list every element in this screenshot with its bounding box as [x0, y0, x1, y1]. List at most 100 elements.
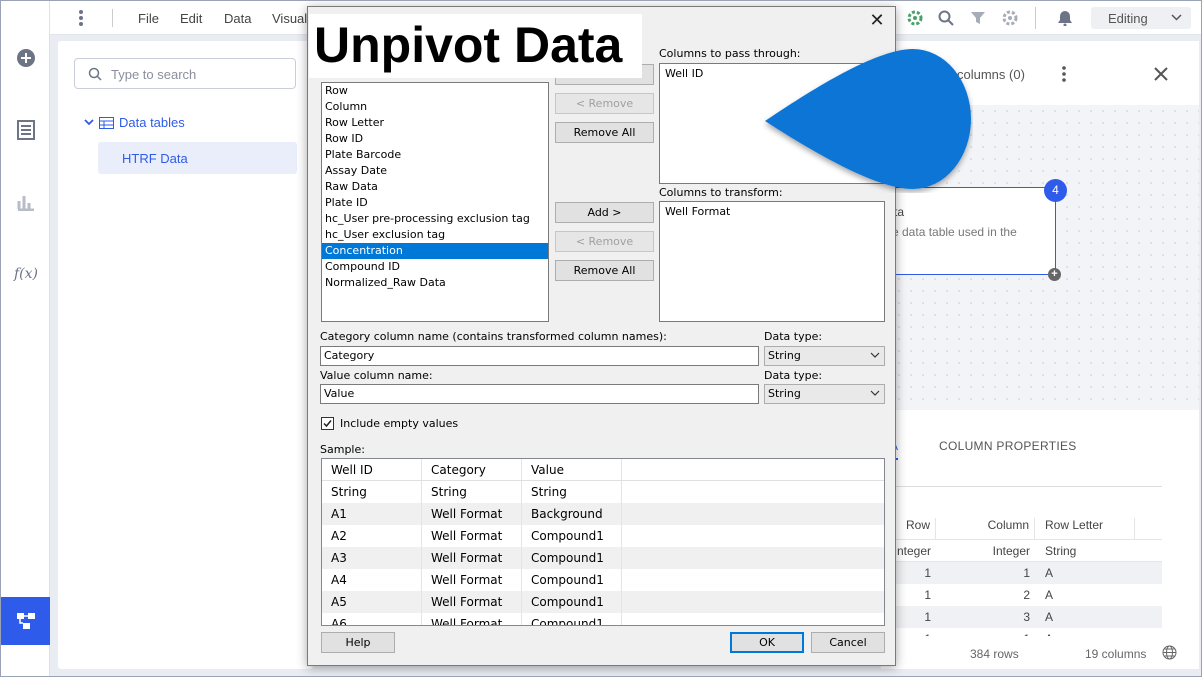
sample-cell: A6	[322, 613, 422, 625]
gear-icon[interactable]	[1002, 10, 1018, 31]
list-item[interactable]: Row	[322, 83, 548, 99]
filter-icon[interactable]	[970, 10, 986, 31]
add-transform-button[interactable]: Add >	[555, 202, 654, 223]
grid-cell: A	[1035, 628, 1135, 636]
chevron-down-icon	[870, 352, 880, 358]
visualization-icon[interactable]	[13, 189, 39, 215]
function-icon[interactable]: f(x)	[13, 261, 39, 287]
value-column-input[interactable]: Value	[320, 384, 759, 404]
table-row: A6 Well Format Compound1	[322, 613, 884, 625]
sample-cell: Compound1	[522, 525, 622, 547]
list-item[interactable]: hc_User exclusion tag	[322, 227, 548, 243]
list-item[interactable]: hc_User pre-processing exclusion tag	[322, 211, 548, 227]
checkmark-icon	[323, 420, 332, 428]
left-icon-bar: f(x)	[1, 1, 50, 676]
grid-header[interactable]: Column	[936, 518, 1035, 539]
add-node-icon[interactable]: +	[1048, 268, 1061, 281]
list-item[interactable]: Row Letter	[322, 115, 548, 131]
table-row[interactable]: 1 1 A	[881, 562, 1162, 584]
remove-pass-through-button[interactable]: < Remove	[555, 93, 654, 114]
search-input[interactable]: Type to search	[74, 58, 296, 89]
category-type-select[interactable]: String	[764, 346, 885, 366]
list-item[interactable]: Plate Barcode	[322, 147, 548, 163]
sample-header: Category	[422, 459, 522, 480]
category-column-label: Category column name (contains transform…	[320, 330, 667, 343]
grid-header-row: Row Column Row Letter	[881, 518, 1162, 540]
table-row[interactable]: 1 3 A	[881, 606, 1162, 628]
list-item[interactable]: Plate ID	[322, 195, 548, 211]
ok-button[interactable]: OK	[730, 632, 804, 653]
list-item[interactable]: Compound ID	[322, 259, 548, 275]
value-type-select[interactable]: String	[764, 384, 885, 404]
sample-cell: Well Format	[422, 591, 522, 613]
mode-dropdown[interactable]: Editing	[1091, 7, 1191, 29]
globe-icon[interactable]	[1162, 645, 1177, 665]
grid-header[interactable]: Row Letter	[1035, 518, 1135, 539]
grid-type: String	[1045, 544, 1077, 558]
value-type-label: Data type:	[764, 369, 823, 382]
list-item[interactable]: Raw Data	[322, 179, 548, 195]
more-vertical-icon[interactable]	[79, 9, 83, 27]
list-item-selected[interactable]: Concentration	[322, 243, 548, 259]
list-item[interactable]: Well Format	[662, 204, 882, 220]
sample-cell: A5	[322, 591, 422, 613]
remove-all-pass-through-button[interactable]: Remove All	[555, 122, 654, 143]
remove-transform-button[interactable]: < Remove	[555, 231, 654, 252]
sample-label: Sample:	[320, 443, 365, 456]
table-row: A1 Well Format Background	[322, 503, 884, 525]
sample-cell: A2	[322, 525, 422, 547]
list-item[interactable]: Column	[322, 99, 548, 115]
table-row: A4 Well Format Compound1	[322, 569, 884, 591]
tree-data-tables[interactable]: Data tables	[84, 115, 185, 130]
add-icon[interactable]	[13, 45, 39, 71]
sample-cell: Compound1	[522, 591, 622, 613]
category-column-input[interactable]: Category	[320, 346, 759, 366]
table-row[interactable]: 1 2 A	[881, 584, 1162, 606]
notification-bell-icon[interactable]	[1057, 10, 1073, 31]
menu-file[interactable]: File	[138, 11, 159, 26]
help-button[interactable]: Help	[321, 632, 395, 653]
menu-visualizations[interactable]: Visuali	[272, 11, 310, 26]
search-icon[interactable]	[938, 10, 954, 31]
sample-cell: Background	[522, 503, 622, 525]
close-icon[interactable]	[1154, 67, 1168, 86]
sample-cell: Well Format	[422, 613, 522, 625]
available-columns-list[interactable]: Row Column Row Letter Row ID Plate Barco…	[321, 82, 549, 322]
grid-cell: 1	[936, 628, 1035, 636]
category-type-label: Data type:	[764, 330, 823, 343]
sample-header-row: Well ID Category Value	[322, 459, 884, 481]
tree-item-label: HTRF Data	[122, 151, 188, 166]
table-row: A5 Well Format Compound1	[322, 591, 884, 613]
remove-all-transform-button[interactable]: Remove All	[555, 260, 654, 281]
list-item[interactable]: Assay Date	[322, 163, 548, 179]
sample-header: Well ID	[322, 459, 422, 480]
sample-type: String	[522, 481, 622, 503]
flow-node[interactable]: ta e data table used in the	[881, 187, 1056, 275]
sample-cell: A4	[322, 569, 422, 591]
transform-list[interactable]: Well Format	[659, 201, 885, 322]
sample-table[interactable]: Well ID Category Value String String Str…	[321, 458, 885, 626]
close-icon[interactable]: ✕	[867, 11, 887, 31]
cancel-button[interactable]: Cancel	[811, 632, 885, 653]
include-empty-checkbox[interactable]	[321, 417, 334, 430]
divider	[112, 9, 113, 27]
pointer-drop-icon	[765, 49, 971, 189]
tree-item-htrf-data[interactable]: HTRF Data	[98, 142, 297, 174]
table-row[interactable]: 1 1 A	[881, 628, 1162, 636]
list-item[interactable]: Row ID	[322, 131, 548, 147]
grid-type: Integer	[992, 544, 1030, 558]
list-item[interactable]: Normalized_Raw Data	[322, 275, 548, 291]
tab-column-properties[interactable]: COLUMN PROPERTIES	[939, 439, 1077, 453]
search-icon	[88, 67, 102, 81]
data-canvas-icon[interactable]	[1, 597, 50, 645]
sample-cell: Compound1	[522, 569, 622, 591]
menu-edit[interactable]: Edit	[180, 11, 202, 26]
sample-cell: Well Format	[422, 525, 522, 547]
search-placeholder: Type to search	[111, 67, 197, 82]
sample-cell: Well Format	[422, 503, 522, 525]
settings-gear-icon[interactable]	[907, 10, 923, 31]
menu-data[interactable]: Data	[224, 11, 251, 26]
data-table-icon[interactable]	[13, 117, 39, 143]
sample-cell: Well Format	[422, 547, 522, 569]
more-vertical-icon[interactable]	[1062, 66, 1066, 87]
